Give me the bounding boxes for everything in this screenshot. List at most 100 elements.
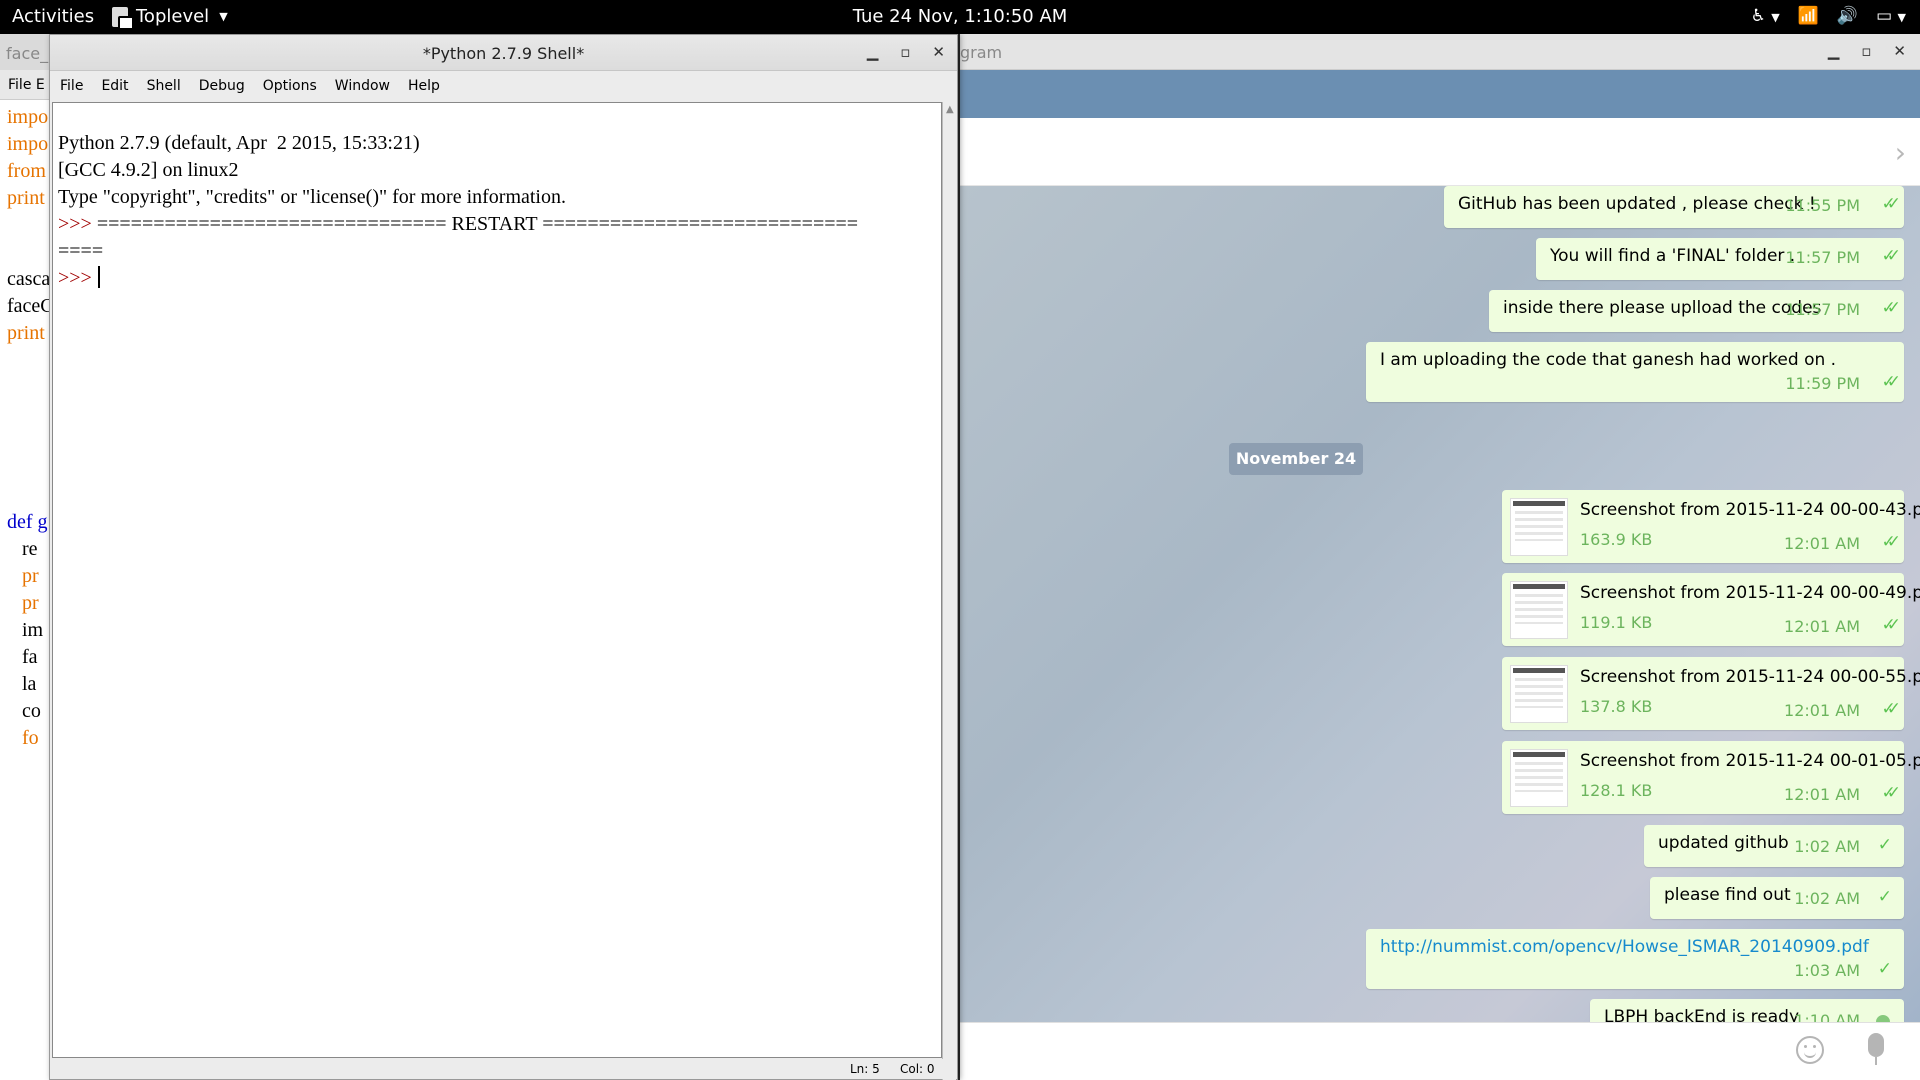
maximize-icon[interactable]: ▫ — [900, 43, 910, 61]
message-text: updated github — [1658, 833, 1789, 853]
close-icon[interactable]: ✕ — [932, 43, 945, 61]
message-time: 11:55 PM — [1785, 196, 1860, 215]
file-size: 128.1 KB — [1580, 781, 1653, 800]
chevron-down-icon: ▼ — [219, 10, 228, 23]
scroll-up-icon[interactable]: ▲ — [946, 104, 954, 115]
message-bubble[interactable]: http://nummist.com/opencv/Howse_ISMAR_20… — [1366, 929, 1904, 989]
microphone-icon[interactable] — [1868, 1033, 1884, 1065]
message-text: I am uploading the code that ganesh had … — [1380, 350, 1837, 370]
shell-text-area[interactable]: Python 2.7.9 (default, Apr 2 2015, 15:33… — [52, 102, 942, 1058]
double-check-icon: ✓✓ — [1881, 532, 1901, 552]
message-list[interactable]: GitHub has been updated , please check !… — [960, 186, 1920, 1056]
message-bubble[interactable]: I am uploading the code that ganesh had … — [1366, 342, 1904, 402]
menu-debug[interactable]: Debug — [197, 78, 247, 101]
date-divider: November 24 — [1229, 443, 1363, 475]
app-icon — [112, 6, 134, 30]
message-text: please find out — [1664, 885, 1791, 905]
file-thumbnail[interactable] — [1510, 665, 1568, 723]
menu-edit[interactable]: Edit — [99, 78, 130, 101]
shell-prompt: >>> — [58, 213, 92, 235]
message-input-bar[interactable] — [960, 1022, 1920, 1080]
message-time: 12:01 AM — [1784, 785, 1860, 804]
message-time: 12:01 AM — [1784, 617, 1860, 636]
message-time: 12:01 AM — [1784, 701, 1860, 720]
message-bubble[interactable]: inside there please uplload the codes 11… — [1489, 290, 1904, 332]
file-size: 137.8 KB — [1580, 697, 1653, 716]
clock[interactable]: Tue 24 Nov, 1:10:50 AM — [0, 6, 1920, 27]
minimize-icon[interactable]: ▁ — [1828, 42, 1840, 60]
message-time: 11:57 PM — [1785, 300, 1860, 319]
python-shell-window[interactable]: *Python 2.7.9 Shell* ▁ ▫ ✕ File Edit She… — [49, 34, 958, 1080]
file-name: Screenshot from 2015-11-24 00-01-05.png — [1580, 751, 1920, 771]
file-name: Screenshot from 2015-11-24 00-00-55.png — [1580, 667, 1920, 687]
message-time: 11:57 PM — [1785, 248, 1860, 267]
message-bubble[interactable]: GitHub has been updated , please check !… — [1444, 186, 1904, 228]
shell-menubar: File Edit Shell Debug Options Window Hel… — [50, 71, 957, 101]
message-time: 11:59 PM — [1785, 374, 1860, 393]
chat-header[interactable]: › — [960, 118, 1920, 186]
input-line[interactable]: >>> — [58, 265, 941, 292]
menu-options[interactable]: Options — [261, 78, 319, 101]
file-name: Screenshot from 2015-11-24 00-00-49.png — [1580, 583, 1920, 603]
top-bar: Activities Toplevel ▼ Tue 24 Nov, 1:10:5… — [0, 0, 1920, 34]
double-check-icon: ✓✓ — [1881, 615, 1901, 635]
menu-help[interactable]: Help — [406, 78, 442, 101]
volume-icon: 🔊 — [1836, 6, 1859, 26]
message-bubble[interactable]: updated github 1:02 AM ✓ — [1644, 825, 1904, 867]
file-size: 119.1 KB — [1580, 613, 1653, 632]
file-message[interactable]: Screenshot from 2015-11-24 00-00-55.png … — [1502, 657, 1920, 730]
double-check-icon: ✓✓ — [1881, 194, 1901, 214]
message-text: You will find a 'FINAL' folder . — [1550, 246, 1796, 266]
vertical-scrollbar[interactable]: ▲ ▼ — [942, 102, 956, 1080]
shell-prompt: >>> — [58, 267, 92, 289]
status-line: Ln: 5 — [850, 1062, 880, 1076]
minimize-icon[interactable]: ▁ — [867, 43, 879, 61]
wifi-icon: 📶 — [1797, 6, 1819, 26]
message-time: 12:01 AM — [1784, 534, 1860, 553]
shell-statusbar: Ln: 5 Col: 0 — [50, 1059, 957, 1079]
status-column: Col: 0 — [900, 1062, 935, 1076]
double-check-icon: ✓✓ — [1881, 372, 1901, 392]
menu-shell[interactable]: Shell — [145, 78, 183, 101]
activities-button[interactable]: Activities — [12, 6, 94, 27]
telegram-window[interactable]: gram ▁ ▫ ✕ › GitHub has been updated , p… — [960, 34, 1920, 1080]
message-time: 1:02 AM — [1794, 837, 1860, 856]
system-status-area[interactable]: ♿ ▼ 📶 🔊 ▭ ▼ — [1751, 6, 1906, 26]
emoji-icon[interactable] — [1796, 1036, 1824, 1064]
file-message[interactable]: Screenshot from 2015-11-24 00-00-49.png … — [1502, 573, 1920, 646]
accessibility-icon[interactable]: ♿ ▼ — [1751, 6, 1780, 26]
battery-icon: ▭ ▼ — [1876, 6, 1906, 26]
message-time: 1:03 AM — [1794, 961, 1860, 980]
text-cursor — [97, 266, 100, 288]
telegram-titlebar: gram ▁ ▫ ✕ — [960, 34, 1920, 70]
file-message[interactable]: Screenshot from 2015-11-24 00-00-43.png … — [1502, 490, 1920, 563]
menu-window[interactable]: Window — [333, 78, 392, 101]
message-bubble[interactable]: please find out 1:02 AM ✓ — [1650, 877, 1904, 919]
restart-text: =============================== RESTART … — [91, 213, 859, 235]
telegram-title: gram — [960, 43, 1003, 62]
restart-continuation: ==== — [58, 240, 104, 262]
file-thumbnail[interactable] — [1510, 581, 1568, 639]
double-check-icon: ✓✓ — [1881, 699, 1901, 719]
file-message[interactable]: Screenshot from 2015-11-24 00-01-05.png … — [1502, 741, 1920, 814]
close-icon[interactable]: ✕ — [1893, 42, 1906, 60]
shell-line: [GCC 4.9.2] on linux2 — [58, 159, 239, 181]
app-menu[interactable]: Toplevel ▼ — [112, 6, 228, 30]
shell-titlebar[interactable]: *Python 2.7.9 Shell* ▁ ▫ ✕ — [50, 35, 957, 71]
check-icon: ✓ — [1877, 959, 1892, 979]
menu-file[interactable]: File — [58, 78, 85, 101]
shell-line: Type "copyright", "credits" or "license(… — [58, 186, 566, 208]
file-name: Screenshot from 2015-11-24 00-00-43.png — [1580, 500, 1920, 520]
double-check-icon: ✓✓ — [1881, 783, 1901, 803]
chevron-right-icon[interactable]: › — [1895, 136, 1906, 169]
shell-line: Python 2.7.9 (default, Apr 2 2015, 15:33… — [58, 132, 420, 154]
message-bubble[interactable]: You will find a 'FINAL' folder . 11:57 P… — [1536, 238, 1904, 280]
double-check-icon: ✓✓ — [1881, 298, 1901, 318]
shell-title: *Python 2.7.9 Shell* — [422, 44, 585, 63]
restart-line: >>> =============================== REST… — [58, 211, 941, 238]
file-thumbnail[interactable] — [1510, 749, 1568, 807]
message-link[interactable]: http://nummist.com/opencv/Howse_ISMAR_20… — [1380, 937, 1869, 957]
maximize-icon[interactable]: ▫ — [1861, 42, 1871, 60]
file-thumbnail[interactable] — [1510, 498, 1568, 556]
message-text: inside there please uplload the codes — [1503, 298, 1822, 318]
